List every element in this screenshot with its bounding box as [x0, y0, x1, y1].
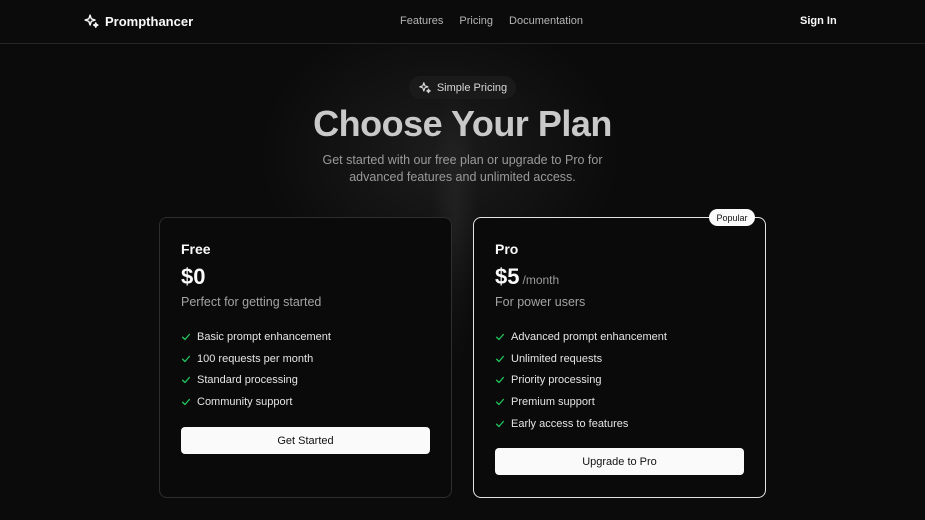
- feature-item: Premium support: [495, 391, 667, 413]
- feature-list: Advanced prompt enhancement Unlimited re…: [495, 326, 667, 434]
- check-icon: [182, 377, 190, 384]
- check-icon: [496, 333, 504, 341]
- feature-item: Community support: [181, 391, 331, 413]
- top-navbar: Prompthancer Features Pricing Documentat…: [0, 0, 925, 44]
- feature-item: Early access to features: [495, 413, 667, 435]
- plan-name: Free: [181, 241, 211, 257]
- check-icon: [496, 398, 504, 406]
- feature-item: Priority processing: [495, 369, 667, 391]
- badge-label: Simple Pricing: [436, 81, 508, 94]
- check-icon: [496, 377, 504, 384]
- feature-label: Community support: [197, 395, 293, 408]
- feature-item: 100 requests per month: [181, 348, 331, 370]
- plan-price: $0: [181, 264, 206, 289]
- feature-label: Early access to features: [511, 417, 629, 430]
- pro-plan-card: Pro $5 /month For power users Advanced p…: [473, 217, 766, 498]
- brand-name: Prompthancer: [105, 14, 194, 29]
- nav-documentation[interactable]: Documentation: [509, 15, 583, 27]
- feature-label: Basic prompt enhancement: [197, 330, 331, 343]
- check-icon: [182, 355, 190, 362]
- page-subtitle: Get started with our free plan or upgrad…: [322, 153, 603, 184]
- nav-features[interactable]: Features: [400, 15, 443, 27]
- feature-label: Priority processing: [511, 374, 602, 387]
- plan-price: $5: [495, 264, 520, 289]
- sign-in-link[interactable]: Sign In: [800, 15, 837, 27]
- feature-label: 100 requests per month: [197, 352, 314, 365]
- simple-pricing-badge: Simple Pricing: [409, 76, 516, 99]
- feature-item: Basic prompt enhancement: [181, 326, 331, 348]
- feature-item: Standard processing: [181, 369, 331, 391]
- nav-pricing[interactable]: Pricing: [459, 15, 493, 27]
- sparkles-icon: [84, 14, 99, 28]
- price-row: $5 /month: [495, 264, 559, 290]
- check-icon: [182, 333, 190, 341]
- plan-name: Pro: [495, 241, 519, 257]
- plan-period: /month: [522, 273, 560, 287]
- sparkles-icon: [419, 81, 431, 93]
- price-row: $0: [181, 264, 205, 290]
- feature-label: Unlimited requests: [511, 352, 603, 365]
- brand-logo[interactable]: Prompthancer: [83, 13, 193, 30]
- free-plan-card: Free $0 Perfect for getting started Basi…: [159, 217, 452, 498]
- page-title: Choose Your Plan: [313, 103, 612, 144]
- plan-description: Perfect for getting started: [181, 295, 322, 309]
- popular-badge: Popular: [709, 209, 755, 226]
- check-icon: [496, 355, 504, 362]
- plan-description: For power users: [495, 295, 586, 309]
- check-icon: [182, 398, 190, 406]
- upgrade-to-pro-button[interactable]: Upgrade to Pro: [495, 448, 744, 475]
- feature-label: Premium support: [511, 395, 595, 408]
- feature-item: Unlimited requests: [495, 348, 667, 370]
- main-nav: Features Pricing Documentation: [400, 15, 583, 27]
- feature-label: Advanced prompt enhancement: [511, 330, 667, 343]
- get-started-button[interactable]: Get Started: [181, 427, 430, 454]
- feature-label: Standard processing: [197, 374, 298, 387]
- feature-item: Advanced prompt enhancement: [495, 326, 667, 348]
- feature-list: Basic prompt enhancement 100 requests pe…: [181, 326, 331, 413]
- check-icon: [496, 420, 504, 427]
